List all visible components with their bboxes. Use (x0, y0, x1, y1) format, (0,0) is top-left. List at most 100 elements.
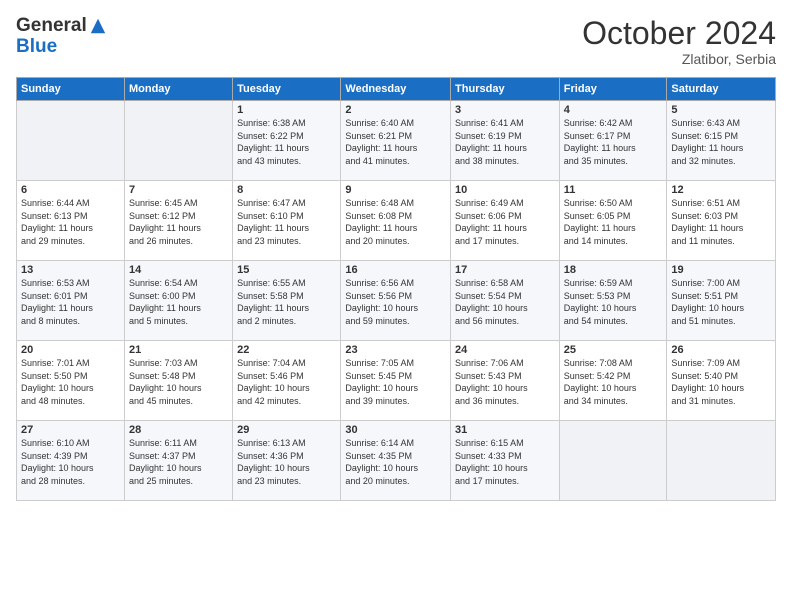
day-cell: 13Sunrise: 6:53 AMSunset: 6:01 PMDayligh… (17, 261, 125, 341)
day-number: 3 (455, 104, 555, 116)
day-info: Sunrise: 6:11 AMSunset: 4:37 PMDaylight:… (129, 437, 228, 487)
day-cell: 8Sunrise: 6:47 AMSunset: 6:10 PMDaylight… (233, 181, 341, 261)
week-row-3: 13Sunrise: 6:53 AMSunset: 6:01 PMDayligh… (17, 261, 776, 341)
day-number: 15 (237, 264, 336, 276)
day-cell: 17Sunrise: 6:58 AMSunset: 5:54 PMDayligh… (451, 261, 560, 341)
column-header-sunday: Sunday (17, 78, 125, 101)
day-cell: 6Sunrise: 6:44 AMSunset: 6:13 PMDaylight… (17, 181, 125, 261)
day-cell: 11Sunrise: 6:50 AMSunset: 6:05 PMDayligh… (559, 181, 667, 261)
calendar: SundayMondayTuesdayWednesdayThursdayFrid… (16, 77, 776, 501)
day-number: 27 (21, 424, 120, 436)
day-cell: 26Sunrise: 7:09 AMSunset: 5:40 PMDayligh… (667, 341, 776, 421)
day-info: Sunrise: 6:53 AMSunset: 6:01 PMDaylight:… (21, 277, 120, 327)
column-header-wednesday: Wednesday (341, 78, 451, 101)
day-cell: 1Sunrise: 6:38 AMSunset: 6:22 PMDaylight… (233, 101, 341, 181)
day-info: Sunrise: 6:38 AMSunset: 6:22 PMDaylight:… (237, 117, 336, 167)
day-number: 13 (21, 264, 120, 276)
day-cell: 12Sunrise: 6:51 AMSunset: 6:03 PMDayligh… (667, 181, 776, 261)
day-info: Sunrise: 6:47 AMSunset: 6:10 PMDaylight:… (237, 197, 336, 247)
day-info: Sunrise: 6:14 AMSunset: 4:35 PMDaylight:… (345, 437, 446, 487)
column-header-thursday: Thursday (451, 78, 560, 101)
day-info: Sunrise: 6:50 AMSunset: 6:05 PMDaylight:… (564, 197, 663, 247)
logo-text: General (16, 16, 107, 37)
day-number: 7 (129, 184, 228, 196)
day-cell (124, 101, 232, 181)
day-info: Sunrise: 6:41 AMSunset: 6:19 PMDaylight:… (455, 117, 555, 167)
day-number: 24 (455, 344, 555, 356)
day-info: Sunrise: 6:13 AMSunset: 4:36 PMDaylight:… (237, 437, 336, 487)
column-header-friday: Friday (559, 78, 667, 101)
day-cell (667, 421, 776, 501)
day-number: 12 (671, 184, 771, 196)
day-info: Sunrise: 6:56 AMSunset: 5:56 PMDaylight:… (345, 277, 446, 327)
day-info: Sunrise: 6:45 AMSunset: 6:12 PMDaylight:… (129, 197, 228, 247)
day-info: Sunrise: 7:00 AMSunset: 5:51 PMDaylight:… (671, 277, 771, 327)
day-cell (559, 421, 667, 501)
day-info: Sunrise: 6:58 AMSunset: 5:54 PMDaylight:… (455, 277, 555, 327)
column-header-tuesday: Tuesday (233, 78, 341, 101)
day-info: Sunrise: 6:44 AMSunset: 6:13 PMDaylight:… (21, 197, 120, 247)
logo-icon (89, 17, 107, 35)
day-number: 8 (237, 184, 336, 196)
day-number: 5 (671, 104, 771, 116)
day-cell (17, 101, 125, 181)
title-block: October 2024 Zlatibor, Serbia (582, 16, 776, 67)
week-row-4: 20Sunrise: 7:01 AMSunset: 5:50 PMDayligh… (17, 341, 776, 421)
day-info: Sunrise: 6:54 AMSunset: 6:00 PMDaylight:… (129, 277, 228, 327)
logo-blue: Blue (16, 37, 107, 58)
day-cell: 28Sunrise: 6:11 AMSunset: 4:37 PMDayligh… (124, 421, 232, 501)
day-number: 4 (564, 104, 663, 116)
page: General Blue October 2024 Zlatibor, Serb… (0, 0, 792, 612)
day-info: Sunrise: 7:04 AMSunset: 5:46 PMDaylight:… (237, 357, 336, 407)
day-info: Sunrise: 7:05 AMSunset: 5:45 PMDaylight:… (345, 357, 446, 407)
week-row-1: 1Sunrise: 6:38 AMSunset: 6:22 PMDaylight… (17, 101, 776, 181)
day-number: 23 (345, 344, 446, 356)
day-cell: 15Sunrise: 6:55 AMSunset: 5:58 PMDayligh… (233, 261, 341, 341)
day-number: 10 (455, 184, 555, 196)
day-number: 19 (671, 264, 771, 276)
day-number: 21 (129, 344, 228, 356)
day-cell: 16Sunrise: 6:56 AMSunset: 5:56 PMDayligh… (341, 261, 451, 341)
column-header-monday: Monday (124, 78, 232, 101)
month-title: October 2024 (582, 16, 776, 51)
day-number: 1 (237, 104, 336, 116)
day-info: Sunrise: 6:10 AMSunset: 4:39 PMDaylight:… (21, 437, 120, 487)
day-info: Sunrise: 6:15 AMSunset: 4:33 PMDaylight:… (455, 437, 555, 487)
day-cell: 4Sunrise: 6:42 AMSunset: 6:17 PMDaylight… (559, 101, 667, 181)
header-row: SundayMondayTuesdayWednesdayThursdayFrid… (17, 78, 776, 101)
day-number: 6 (21, 184, 120, 196)
day-number: 11 (564, 184, 663, 196)
day-cell: 7Sunrise: 6:45 AMSunset: 6:12 PMDaylight… (124, 181, 232, 261)
day-info: Sunrise: 7:08 AMSunset: 5:42 PMDaylight:… (564, 357, 663, 407)
day-number: 16 (345, 264, 446, 276)
day-number: 25 (564, 344, 663, 356)
day-info: Sunrise: 7:09 AMSunset: 5:40 PMDaylight:… (671, 357, 771, 407)
day-info: Sunrise: 6:48 AMSunset: 6:08 PMDaylight:… (345, 197, 446, 247)
day-info: Sunrise: 6:40 AMSunset: 6:21 PMDaylight:… (345, 117, 446, 167)
day-info: Sunrise: 6:55 AMSunset: 5:58 PMDaylight:… (237, 277, 336, 327)
day-cell: 21Sunrise: 7:03 AMSunset: 5:48 PMDayligh… (124, 341, 232, 421)
day-number: 14 (129, 264, 228, 276)
day-cell: 31Sunrise: 6:15 AMSunset: 4:33 PMDayligh… (451, 421, 560, 501)
day-cell: 10Sunrise: 6:49 AMSunset: 6:06 PMDayligh… (451, 181, 560, 261)
day-number: 28 (129, 424, 228, 436)
day-info: Sunrise: 7:01 AMSunset: 5:50 PMDaylight:… (21, 357, 120, 407)
day-number: 31 (455, 424, 555, 436)
day-info: Sunrise: 6:51 AMSunset: 6:03 PMDaylight:… (671, 197, 771, 247)
day-number: 29 (237, 424, 336, 436)
day-cell: 30Sunrise: 6:14 AMSunset: 4:35 PMDayligh… (341, 421, 451, 501)
day-cell: 27Sunrise: 6:10 AMSunset: 4:39 PMDayligh… (17, 421, 125, 501)
day-cell: 29Sunrise: 6:13 AMSunset: 4:36 PMDayligh… (233, 421, 341, 501)
day-cell: 25Sunrise: 7:08 AMSunset: 5:42 PMDayligh… (559, 341, 667, 421)
day-cell: 23Sunrise: 7:05 AMSunset: 5:45 PMDayligh… (341, 341, 451, 421)
day-number: 9 (345, 184, 446, 196)
day-info: Sunrise: 7:06 AMSunset: 5:43 PMDaylight:… (455, 357, 555, 407)
day-cell: 18Sunrise: 6:59 AMSunset: 5:53 PMDayligh… (559, 261, 667, 341)
day-cell: 2Sunrise: 6:40 AMSunset: 6:21 PMDaylight… (341, 101, 451, 181)
day-cell: 20Sunrise: 7:01 AMSunset: 5:50 PMDayligh… (17, 341, 125, 421)
day-info: Sunrise: 6:49 AMSunset: 6:06 PMDaylight:… (455, 197, 555, 247)
day-info: Sunrise: 6:43 AMSunset: 6:15 PMDaylight:… (671, 117, 771, 167)
day-cell: 5Sunrise: 6:43 AMSunset: 6:15 PMDaylight… (667, 101, 776, 181)
day-cell: 14Sunrise: 6:54 AMSunset: 6:00 PMDayligh… (124, 261, 232, 341)
day-cell: 22Sunrise: 7:04 AMSunset: 5:46 PMDayligh… (233, 341, 341, 421)
